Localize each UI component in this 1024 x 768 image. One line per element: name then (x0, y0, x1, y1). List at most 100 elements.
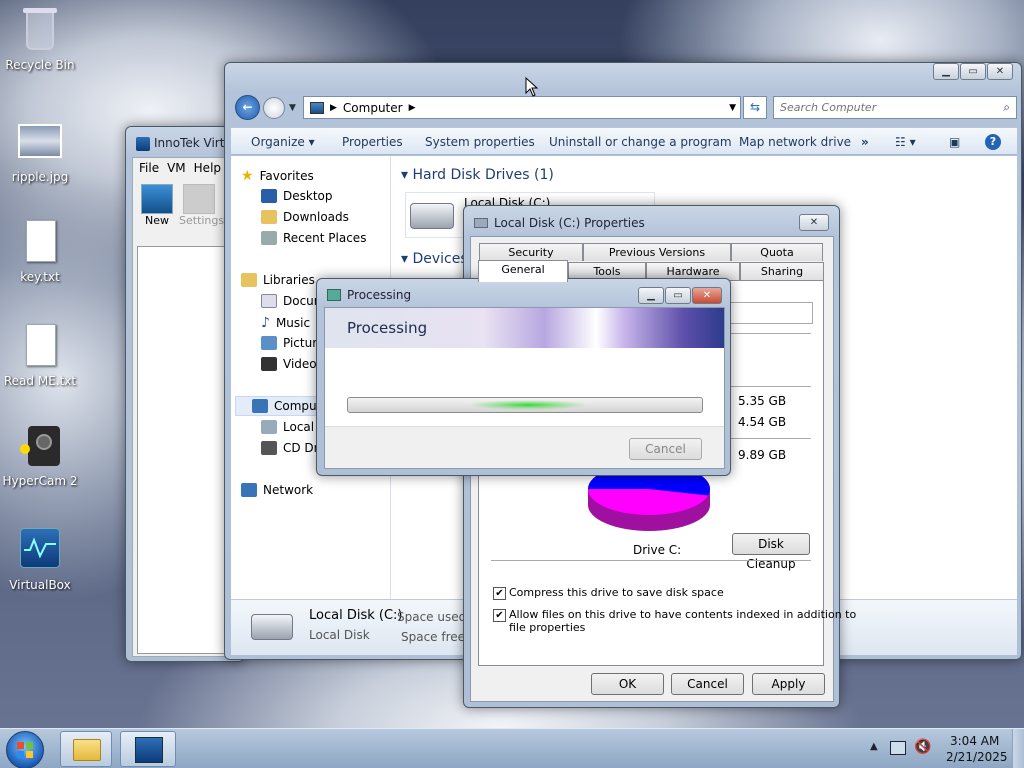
vbox-new-button[interactable]: New (139, 184, 175, 227)
drive-small-icon (474, 218, 488, 228)
image-file-icon (16, 118, 64, 166)
preview-pane-icon[interactable]: ▣ (949, 128, 960, 156)
nav-desktop[interactable]: Desktop (261, 189, 333, 203)
videos-icon (261, 357, 277, 371)
address-bar[interactable]: ▶ Computer ▶ ▼ (303, 96, 741, 119)
section-hard-disks[interactable]: ▾ Hard Disk Drives (1) (401, 167, 554, 183)
nav-downloads[interactable]: Downloads (261, 210, 349, 224)
desktop-icon-readme[interactable]: Read ME.txt (0, 322, 80, 388)
section-devices[interactable]: ▾ Devices (401, 251, 468, 267)
nav-videos[interactable]: Videos (261, 357, 323, 371)
vbox-menu-vm[interactable]: VM (167, 161, 186, 175)
history-dropdown-icon[interactable]: ▼ (289, 103, 296, 113)
forward-button[interactable] (263, 97, 285, 119)
address-dropdown-icon[interactable]: ▼ (729, 103, 736, 113)
desktop-icon-hypercam[interactable]: HyperCam 2 (0, 422, 80, 488)
tab-security[interactable]: Security (479, 243, 583, 261)
nav-music[interactable]: ♪ Music (261, 315, 310, 331)
nav-favorites[interactable]: ★ Favorites (241, 168, 314, 184)
search-box[interactable]: ⌕ (773, 96, 1017, 119)
map-network-drive-button[interactable]: Map network drive (739, 128, 851, 156)
vbox-menu-file[interactable]: File (139, 161, 159, 175)
taskbar-virtualbox-button[interactable] (120, 731, 176, 767)
divider (325, 426, 724, 427)
nav-libraries[interactable]: Libraries (241, 273, 315, 287)
properties-button[interactable]: Properties (342, 128, 403, 156)
drive-icon (261, 420, 277, 434)
star-icon: ★ (241, 168, 254, 184)
uninstall-program-button[interactable]: Uninstall or change a program (549, 128, 732, 156)
vbox-vm-list[interactable] (137, 246, 235, 654)
vbox-menu-help[interactable]: Help (194, 161, 221, 175)
organize-menu[interactable]: Organize ▾ (251, 128, 315, 156)
downloads-folder-icon (261, 210, 277, 224)
desktop-icon-ripple[interactable]: ripple.jpg (0, 118, 80, 184)
nav-documents[interactable]: Docur (261, 294, 319, 308)
maximize-button[interactable]: ▭ (960, 63, 986, 80)
tray-show-hidden-icon[interactable]: ▲ (870, 741, 878, 752)
search-input[interactable] (774, 97, 984, 117)
desktop-icon-recycle-bin[interactable]: Recycle Bin (0, 6, 80, 72)
index-label-line1: Allow files on this drive to have conten… (509, 608, 857, 621)
taskbar-explorer-button[interactable] (60, 731, 112, 767)
computer-icon (252, 399, 268, 413)
volume-muted-icon[interactable]: 🔇 (914, 739, 931, 755)
compress-checkbox[interactable]: ✔ (493, 587, 506, 600)
address-path[interactable]: Computer (343, 101, 403, 115)
clock-date[interactable]: 2/21/2025 (946, 750, 1008, 764)
processing-dialog[interactable]: Processing ▁ ▭ ✕ Processing Cancel (316, 278, 731, 476)
clock-time[interactable]: 3:04 AM (950, 734, 999, 748)
details-type: Local Disk (309, 628, 370, 642)
show-desktop-button[interactable] (1012, 729, 1024, 768)
new-vm-icon (141, 184, 173, 214)
vbox-settings-button[interactable]: Settings (179, 184, 224, 227)
libraries-icon (241, 273, 257, 287)
nav-local-disk[interactable]: Local (261, 420, 314, 434)
virtualbox-icon (135, 737, 163, 763)
divider (491, 560, 811, 561)
view-options-icon[interactable]: ☷ ▾ (895, 128, 916, 156)
hard-drive-icon (410, 203, 454, 229)
nav-pictures[interactable]: Picture (261, 336, 324, 350)
desktop-icon (261, 189, 277, 203)
close-button[interactable]: ✕ (987, 63, 1013, 80)
desktop-icon-virtualbox[interactable]: VirtualBox (0, 526, 80, 592)
drive-name-field[interactable] (719, 302, 813, 324)
help-icon[interactable]: ? (985, 134, 1001, 150)
system-properties-button[interactable]: System properties (425, 128, 535, 156)
tab-sharing[interactable]: Sharing (740, 262, 824, 280)
nav-network[interactable]: Network (241, 483, 313, 497)
text-file-icon (16, 218, 64, 266)
disk-usage-pie (588, 467, 710, 531)
cd-drive-icon (261, 441, 277, 455)
start-button[interactable] (6, 731, 44, 768)
chevron-right-icon: ▶ (330, 102, 337, 113)
desktop-icon-key-txt[interactable]: key.txt (0, 218, 80, 284)
tab-previous-versions[interactable]: Previous Versions (583, 243, 731, 261)
computer-icon (310, 101, 324, 114)
capacity-value: 9.89 GB (738, 448, 787, 462)
maximize-button[interactable]: ▭ (665, 287, 691, 304)
more-commands-button[interactable]: » (861, 128, 869, 156)
mouse-cursor-icon (525, 77, 539, 97)
recycle-bin-icon (16, 6, 64, 54)
minimize-button[interactable]: ▁ (638, 287, 664, 304)
back-button[interactable]: ← (235, 95, 260, 120)
apply-button[interactable]: Apply (752, 673, 825, 695)
minimize-button[interactable]: ▁ (933, 63, 959, 80)
network-tray-icon[interactable] (890, 741, 906, 755)
close-button[interactable]: ✕ (799, 214, 829, 231)
refresh-button[interactable]: ⇆ (743, 96, 767, 119)
ok-button[interactable]: OK (591, 673, 664, 695)
disk-cleanup-button[interactable]: Disk Cleanup (732, 533, 810, 571)
network-icon (241, 483, 257, 497)
cancel-button[interactable]: Cancel (671, 673, 744, 695)
index-checkbox[interactable]: ✔ (493, 609, 506, 622)
nav-cd-drive[interactable]: CD Dri (261, 441, 322, 455)
tab-general[interactable]: General (478, 260, 568, 282)
close-button[interactable]: ✕ (692, 287, 722, 304)
processing-cancel-button[interactable]: Cancel (629, 438, 702, 460)
tab-quota[interactable]: Quota (731, 243, 823, 261)
nav-recent-places[interactable]: Recent Places (261, 231, 366, 245)
details-space-free-label: Space free: (401, 630, 470, 644)
